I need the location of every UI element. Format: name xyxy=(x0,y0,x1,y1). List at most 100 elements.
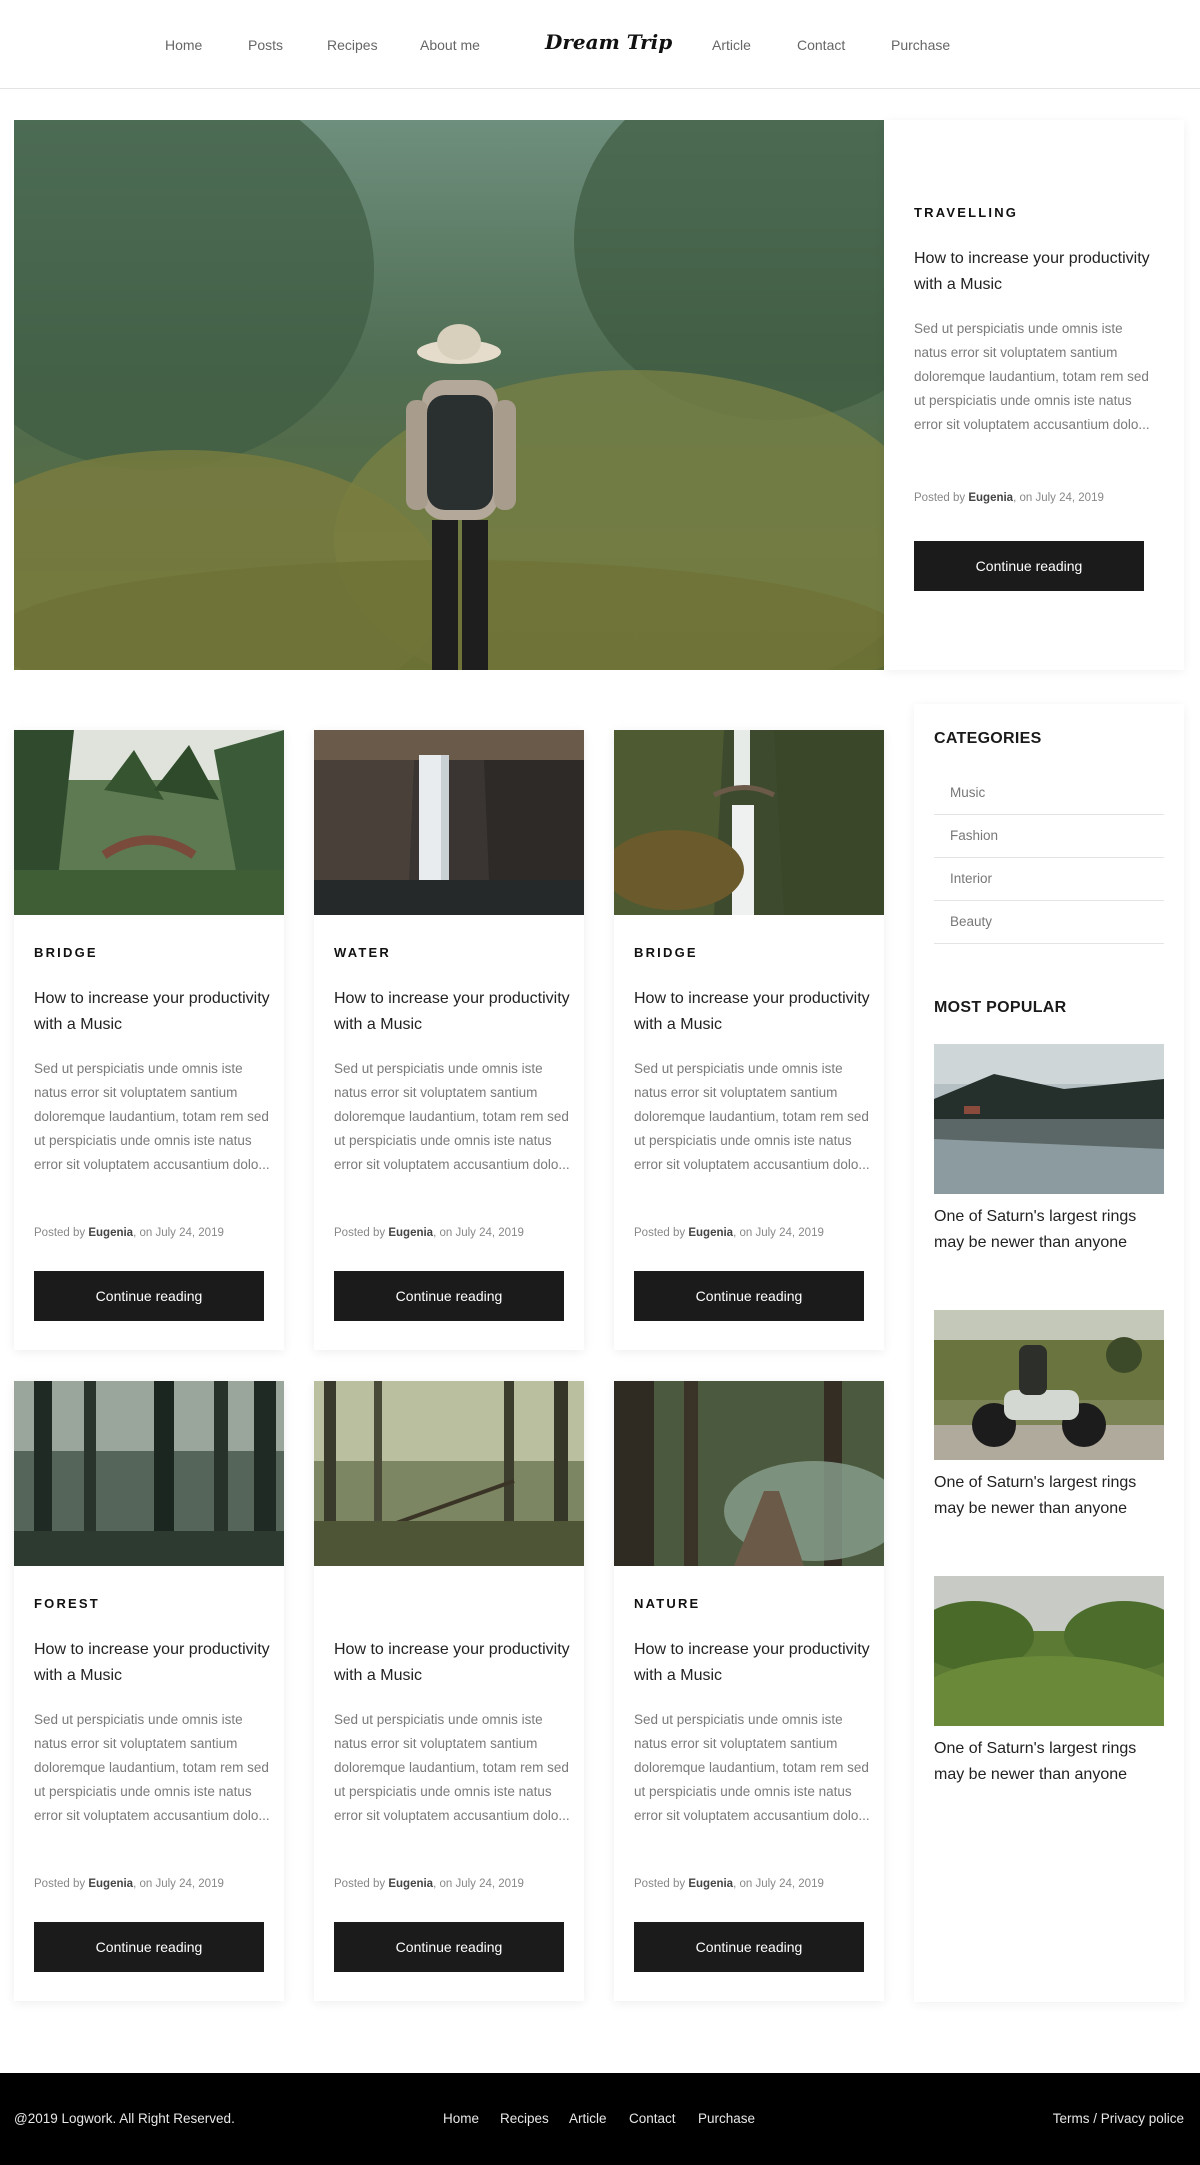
post-category[interactable]: BRIDGE xyxy=(34,945,98,960)
footer-copyright: @2019 Logwork. All Right Reserved. xyxy=(14,2111,235,2126)
post-category[interactable]: NATURE xyxy=(634,1596,700,1611)
footer-link-article[interactable]: Article xyxy=(569,2111,607,2126)
popular-post-title[interactable]: One of Saturn's largest rings may be new… xyxy=(934,1470,1164,1522)
post-excerpt: Sed ut perspiciatis unde omnis iste natu… xyxy=(634,1712,870,1823)
meta-date: , on July 24, 2019 xyxy=(133,1227,224,1239)
nav-link-home[interactable]: Home xyxy=(165,36,202,54)
popular-post-title[interactable]: One of Saturn's largest rings may be new… xyxy=(934,1736,1164,1788)
popular-image-motorcycle[interactable] xyxy=(934,1310,1164,1460)
author-name[interactable]: Eugenia xyxy=(388,1227,433,1239)
post-category[interactable]: WATER xyxy=(334,945,391,960)
continue-reading-button[interactable]: Continue reading xyxy=(34,1922,264,1972)
post-image-water[interactable] xyxy=(314,730,584,915)
nav-link-about[interactable]: About me xyxy=(420,36,480,54)
post-meta: Posted by Eugenia, on July 24, 2019 xyxy=(34,1227,224,1239)
meta-date: , on July 24, 2019 xyxy=(433,1878,524,1890)
post-meta: Posted by Eugenia, on July 24, 2019 xyxy=(334,1878,524,1890)
category-item-beauty[interactable]: Beauty xyxy=(934,901,1164,944)
site-logo[interactable]: Dream Trip xyxy=(545,30,672,54)
category-item-interior[interactable]: Interior xyxy=(934,858,1164,901)
sidebar: CATEGORIES Music Fashion Interior Beauty… xyxy=(914,704,1184,2002)
most-popular-heading: MOST POPULAR xyxy=(934,999,1067,1016)
author-name[interactable]: Eugenia xyxy=(388,1878,433,1890)
post-title[interactable]: How to increase your productivity with a… xyxy=(634,1637,874,1689)
post-image-nature[interactable] xyxy=(614,1381,884,1566)
meta-prefix: Posted by xyxy=(634,1227,689,1239)
meta-prefix: Posted by xyxy=(34,1227,89,1239)
post-title[interactable]: How to increase your productivity with a… xyxy=(334,986,574,1038)
continue-reading-button[interactable]: Continue reading xyxy=(634,1922,864,1972)
footer-link-contact[interactable]: Contact xyxy=(629,2111,676,2126)
footer-link-home[interactable]: Home xyxy=(443,2111,479,2126)
popular-post-title[interactable]: One of Saturn's largest rings may be new… xyxy=(934,1204,1164,1256)
hero-excerpt: Sed ut perspiciatis unde omnis iste natu… xyxy=(914,321,1150,432)
site-header: Home Posts Recipes About me Dream Trip A… xyxy=(0,0,1200,89)
popular-image-lake[interactable] xyxy=(934,1044,1164,1194)
meta-date: , on July 24, 2019 xyxy=(1013,492,1104,504)
post-card: BRIDGE How to increase your productivity… xyxy=(614,730,884,1350)
post-meta: Posted by Eugenia, on July 24, 2019 xyxy=(634,1227,824,1239)
nav-link-recipes[interactable]: Recipes xyxy=(327,36,378,54)
post-excerpt: Sed ut perspiciatis unde omnis iste natu… xyxy=(634,1061,870,1172)
meta-date: , on July 24, 2019 xyxy=(733,1227,824,1239)
footer-legal-links[interactable]: Terms / Privacy police xyxy=(1053,2111,1184,2126)
category-label: Fashion xyxy=(950,828,999,843)
nav-link-article[interactable]: Article xyxy=(712,36,751,54)
author-name[interactable]: Eugenia xyxy=(88,1227,133,1239)
author-name[interactable]: Eugenia xyxy=(688,1878,733,1890)
hero-post-card: TRAVELLING How to increase your producti… xyxy=(884,120,1184,670)
categories-heading: CATEGORIES xyxy=(934,730,1042,747)
continue-reading-button[interactable]: Continue reading xyxy=(334,1271,564,1321)
post-meta: Posted by Eugenia, on July 24, 2019 xyxy=(34,1878,224,1890)
hero-image[interactable] xyxy=(14,120,884,670)
nav-link-purchase[interactable]: Purchase xyxy=(891,36,950,54)
category-label: Interior xyxy=(950,871,993,886)
post-excerpt: Sed ut perspiciatis unde omnis iste natu… xyxy=(34,1712,270,1823)
meta-prefix: Posted by xyxy=(634,1878,689,1890)
category-label: Beauty xyxy=(950,914,993,929)
meta-date: , on July 24, 2019 xyxy=(433,1227,524,1239)
author-name[interactable]: Eugenia xyxy=(968,492,1013,504)
nav-link-posts[interactable]: Posts xyxy=(248,36,283,54)
hero-category[interactable]: TRAVELLING xyxy=(914,205,1018,220)
footer-link-purchase[interactable]: Purchase xyxy=(698,2111,755,2126)
meta-prefix: Posted by xyxy=(914,492,969,504)
post-excerpt: Sed ut perspiciatis unde omnis iste natu… xyxy=(34,1061,270,1172)
meta-date: , on July 24, 2019 xyxy=(733,1878,824,1890)
post-meta: Posted by Eugenia, on July 24, 2019 xyxy=(634,1878,824,1890)
continue-reading-button[interactable]: Continue reading xyxy=(634,1271,864,1321)
footer-link-recipes[interactable]: Recipes xyxy=(500,2111,549,2126)
author-name[interactable]: Eugenia xyxy=(688,1227,733,1239)
post-image-bridge[interactable] xyxy=(614,730,884,915)
category-item-music[interactable]: Music xyxy=(934,772,1164,815)
post-image-forest[interactable] xyxy=(14,1381,284,1566)
continue-reading-button[interactable]: Continue reading xyxy=(334,1922,564,1972)
meta-prefix: Posted by xyxy=(34,1878,89,1890)
post-category[interactable]: BRIDGE xyxy=(634,945,698,960)
meta-date: , on July 24, 2019 xyxy=(133,1878,224,1890)
post-title[interactable]: How to increase your productivity with a… xyxy=(334,1637,574,1689)
continue-reading-button[interactable]: Continue reading xyxy=(914,541,1144,591)
post-image-woods[interactable] xyxy=(314,1381,584,1566)
popular-image-hills[interactable] xyxy=(934,1576,1164,1726)
post-image-bridge[interactable] xyxy=(14,730,284,915)
post-excerpt: Sed ut perspiciatis unde omnis iste natu… xyxy=(334,1061,570,1172)
continue-reading-button[interactable]: Continue reading xyxy=(34,1271,264,1321)
post-card: BRIDGE How to increase your productivity… xyxy=(14,730,284,1350)
post-title[interactable]: How to increase your productivity with a… xyxy=(634,986,874,1038)
meta-prefix: Posted by xyxy=(334,1227,389,1239)
post-title[interactable]: How to increase your productivity with a… xyxy=(34,1637,274,1689)
post-card: How to increase your productivity with a… xyxy=(314,1381,584,2001)
hero-post-title[interactable]: How to increase your productivity with a… xyxy=(914,246,1154,298)
category-item-fashion[interactable]: Fashion xyxy=(934,815,1164,858)
author-name[interactable]: Eugenia xyxy=(88,1878,133,1890)
post-meta: Posted by Eugenia, on July 24, 2019 xyxy=(334,1227,524,1239)
post-card: WATER How to increase your productivity … xyxy=(314,730,584,1350)
post-title[interactable]: How to increase your productivity with a… xyxy=(34,986,274,1038)
hero-meta: Posted by Eugenia, on July 24, 2019 xyxy=(914,492,1104,504)
post-category[interactable]: FOREST xyxy=(34,1596,100,1611)
post-card: NATURE How to increase your productivity… xyxy=(614,1381,884,2001)
nav-link-contact[interactable]: Contact xyxy=(797,36,845,54)
post-excerpt: Sed ut perspiciatis unde omnis iste natu… xyxy=(334,1712,570,1823)
post-card: FOREST How to increase your productivity… xyxy=(14,1381,284,2001)
